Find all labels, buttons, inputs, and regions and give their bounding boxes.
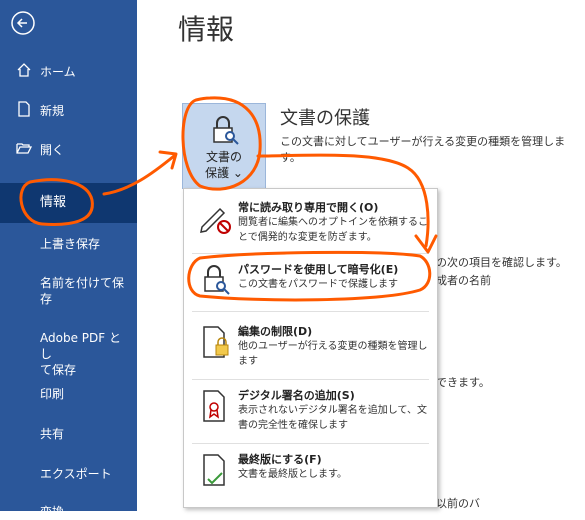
- new-document-icon: [18, 101, 30, 117]
- sidebar-item-export[interactable]: エクスポート: [40, 466, 130, 482]
- menu-divider: [192, 443, 429, 444]
- menu-divider: [192, 379, 429, 380]
- sidebar-item-label: 情報: [40, 195, 67, 210]
- sidebar-item-new[interactable]: 新規: [0, 99, 137, 119]
- sidebar-item-home[interactable]: ホーム: [0, 60, 137, 80]
- sidebar-item-print[interactable]: 印刷: [40, 386, 130, 402]
- background-text: 以前のバ: [436, 497, 480, 510]
- background-text: できます。: [436, 376, 490, 389]
- menu-item-title: デジタル署名の追加(S): [238, 389, 355, 402]
- menu-item-title: パスワードを使用して暗号化(E): [238, 263, 399, 276]
- lock-key-icon: [213, 116, 239, 145]
- menu-item-title: 最終版にする(F): [238, 453, 322, 466]
- pencil-no-icon: [200, 207, 231, 234]
- document-lock-icon: [203, 326, 229, 358]
- sidebar-item-save-adobe-pdf[interactable]: Adobe PDF とし て保存: [40, 330, 130, 378]
- folder-open-icon: [16, 143, 32, 154]
- protect-document-button[interactable]: 文書の 保護 ⌄: [182, 103, 266, 189]
- home-icon: [17, 63, 31, 77]
- menu-item-always-open-read-only[interactable]: 常に読み取り専用で開く(O) 閲覧者に編集へのオプトインを依頼することで偶発的な…: [184, 199, 437, 249]
- sidebar-item-info[interactable]: 情報: [0, 183, 137, 223]
- menu-item-description: 表示されないデジタル署名を追加して、文書の完全性を確保します: [238, 405, 427, 431]
- sidebar-item-share[interactable]: 共有: [40, 426, 130, 442]
- sidebar-item-save[interactable]: 上書き保存: [40, 236, 130, 252]
- menu-divider: [192, 311, 429, 312]
- backstage-sidebar: ホーム 新規 開く 情報 上書き保存 名前を付けて保存 Adobe PDF とし…: [0, 0, 137, 519]
- section-title: 文書の保護: [280, 108, 370, 129]
- protect-document-menu: 常に読み取り専用で開く(O) 閲覧者に編集へのオプトインを依頼することで偶発的な…: [183, 188, 438, 508]
- menu-item-restrict-editing[interactable]: 編集の制限(D) 他のユーザーが行える変更の種類を管理します: [184, 323, 437, 373]
- menu-divider: [192, 253, 429, 254]
- lock-key-icon: [204, 265, 230, 295]
- section-description: この文書に対してユーザーが行える変更の種類を管理します。: [280, 135, 566, 164]
- sidebar-item-convert[interactable]: 変換: [40, 504, 130, 520]
- menu-item-mark-as-final[interactable]: 最終版にする(F) 文書を最終版とします。: [184, 451, 437, 491]
- background-text: 成者の名前: [436, 274, 491, 287]
- sidebar-item-label: ホーム: [40, 65, 76, 79]
- menu-item-add-digital-signature[interactable]: デジタル署名の追加(S) 表示されないデジタル署名を追加して、文書の完全性を確保…: [184, 387, 437, 437]
- sidebar-item-label: 開く: [40, 143, 65, 157]
- menu-item-description: この文書をパスワードで保護します: [238, 279, 398, 290]
- document-check-icon: [203, 454, 225, 486]
- sidebar-item-save-as[interactable]: 名前を付けて保存: [40, 275, 130, 307]
- protect-label-line1: 文書の: [205, 150, 242, 164]
- page-title: 情報: [178, 13, 235, 46]
- menu-item-encrypt-with-password[interactable]: パスワードを使用して暗号化(E) この文書をパスワードで保護します: [184, 261, 437, 301]
- menu-item-description: 文書を最終版とします。: [238, 469, 347, 480]
- menu-item-description: 閲覧者に編集へのオプトインを依頼することで偶発的な変更を防ぎます。: [238, 217, 428, 243]
- menu-item-title: 編集の制限(D): [238, 325, 313, 338]
- background-text: の次の項目を確認します。: [436, 256, 567, 269]
- menu-item-description: 他のユーザーが行える変更の種類を管理します: [238, 341, 428, 367]
- sidebar-item-open[interactable]: 開く: [0, 138, 137, 158]
- document-ribbon-icon: [203, 390, 225, 422]
- menu-item-title: 常に読み取り専用で開く(O): [238, 201, 379, 214]
- sidebar-item-label: 新規: [40, 104, 65, 118]
- back-arrow-icon[interactable]: [10, 10, 36, 36]
- protect-label-line2: 保護 ⌄: [205, 166, 243, 180]
